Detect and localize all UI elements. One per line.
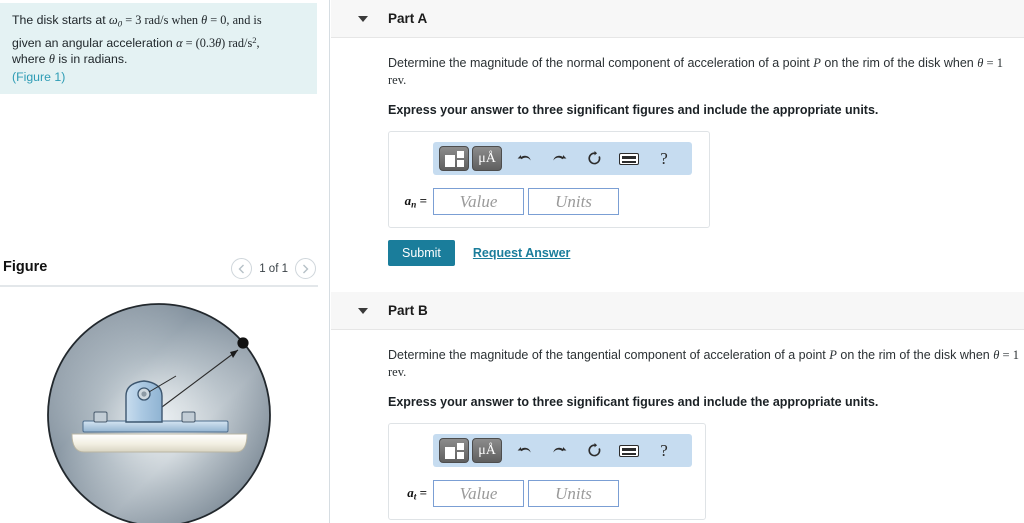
part-b-math-toolbar: μÅ ?	[433, 434, 692, 467]
part-a-answer-row: an =	[399, 188, 699, 215]
part-a-answer-label: an =	[404, 192, 427, 211]
right-panel: Part A Determine the magnitude of the no…	[331, 0, 1024, 523]
undo-icon[interactable]	[511, 146, 537, 171]
part-a-units-input[interactable]	[528, 188, 619, 215]
figure-counter: 1 of 1	[259, 262, 288, 275]
reset-icon[interactable]	[581, 438, 607, 463]
part-b-answer-row: at =	[399, 480, 695, 507]
base-plate	[71, 433, 248, 453]
figure-prev-button[interactable]	[231, 258, 253, 279]
problem-line-1: The disk starts at ω0 = 3 rad/s when θ =…	[12, 13, 262, 29]
bolt-right	[181, 411, 196, 423]
problem-statement-box: The disk starts at ω0 = 3 rad/s when θ =…	[0, 3, 317, 94]
part-b-answer-label: at =	[407, 484, 427, 503]
unit-symbol-button[interactable]: μÅ	[472, 438, 502, 463]
keyboard-icon[interactable]	[616, 146, 642, 171]
figure-1-link[interactable]: (Figure 1)	[12, 70, 305, 84]
unit-symbol-button[interactable]: μÅ	[472, 146, 502, 171]
part-a-math-toolbar: μÅ ?	[433, 142, 692, 175]
help-icon[interactable]: ?	[651, 146, 677, 171]
caret-down-icon[interactable]	[358, 307, 368, 314]
hub-pin-center	[141, 391, 147, 397]
part-b-answer-panel: μÅ ? at =	[388, 423, 706, 520]
chevron-left-icon	[238, 264, 245, 273]
figure-next-button[interactable]	[295, 258, 316, 279]
math-template-icon[interactable]	[439, 146, 469, 171]
part-a-submit-button[interactable]: Submit	[388, 240, 455, 266]
problem-line-3: where θ is in radians.	[12, 52, 128, 67]
bolt-left	[93, 411, 108, 423]
left-panel: The disk starts at ω0 = 3 rad/s when θ =…	[0, 0, 330, 523]
figure-image[interactable]: 0.4 m P	[0, 288, 330, 523]
problem-statement-text: The disk starts at ω0 = 3 rad/s when θ =…	[12, 12, 305, 68]
part-b-body: Determine the magnitude of the tangentia…	[331, 330, 1024, 523]
problem-line-2: given an angular acceleration α = (0.3θ)…	[12, 34, 260, 50]
part-a-submit-row: Submit Request Answer	[388, 240, 1024, 266]
redo-icon[interactable]	[546, 438, 572, 463]
problem-page: The disk starts at ω0 = 3 rad/s when θ =…	[0, 0, 1024, 523]
part-a-question: Determine the magnitude of the normal co…	[388, 56, 1003, 87]
redo-icon[interactable]	[546, 146, 572, 171]
part-b-question: Determine the magnitude of the tangentia…	[388, 348, 1019, 379]
part-a-value-input[interactable]	[433, 188, 524, 215]
figure-panel-title: Figure	[3, 259, 48, 275]
part-a-answer-panel: μÅ ? an =	[388, 131, 710, 228]
part-a-header[interactable]: Part A	[331, 0, 1024, 38]
part-b-units-input[interactable]	[528, 480, 619, 507]
part-b-value-input[interactable]	[433, 480, 524, 507]
keyboard-icon[interactable]	[616, 438, 642, 463]
math-template-icon[interactable]	[439, 438, 469, 463]
help-icon[interactable]: ?	[651, 438, 677, 463]
part-a-body: Determine the magnitude of the normal co…	[331, 38, 1024, 266]
figure-panel-header: Figure 1 of 1	[0, 255, 330, 287]
part-b-header[interactable]: Part B	[331, 292, 1024, 330]
point-p-marker	[237, 337, 249, 349]
undo-icon[interactable]	[511, 438, 537, 463]
reset-icon[interactable]	[581, 146, 607, 171]
chevron-right-icon	[303, 264, 309, 273]
part-a-title: Part A	[388, 11, 428, 26]
part-b-instruction: Express your answer to three significant…	[388, 395, 879, 409]
disk-diagram	[47, 303, 271, 523]
part-a-instruction: Express your answer to three significant…	[388, 103, 879, 117]
part-a-request-answer-link[interactable]: Request Answer	[473, 246, 570, 260]
caret-down-icon[interactable]	[358, 15, 368, 22]
part-b-title: Part B	[388, 303, 428, 318]
figure-nav: 1 of 1	[231, 258, 316, 279]
figure-divider	[0, 285, 318, 287]
